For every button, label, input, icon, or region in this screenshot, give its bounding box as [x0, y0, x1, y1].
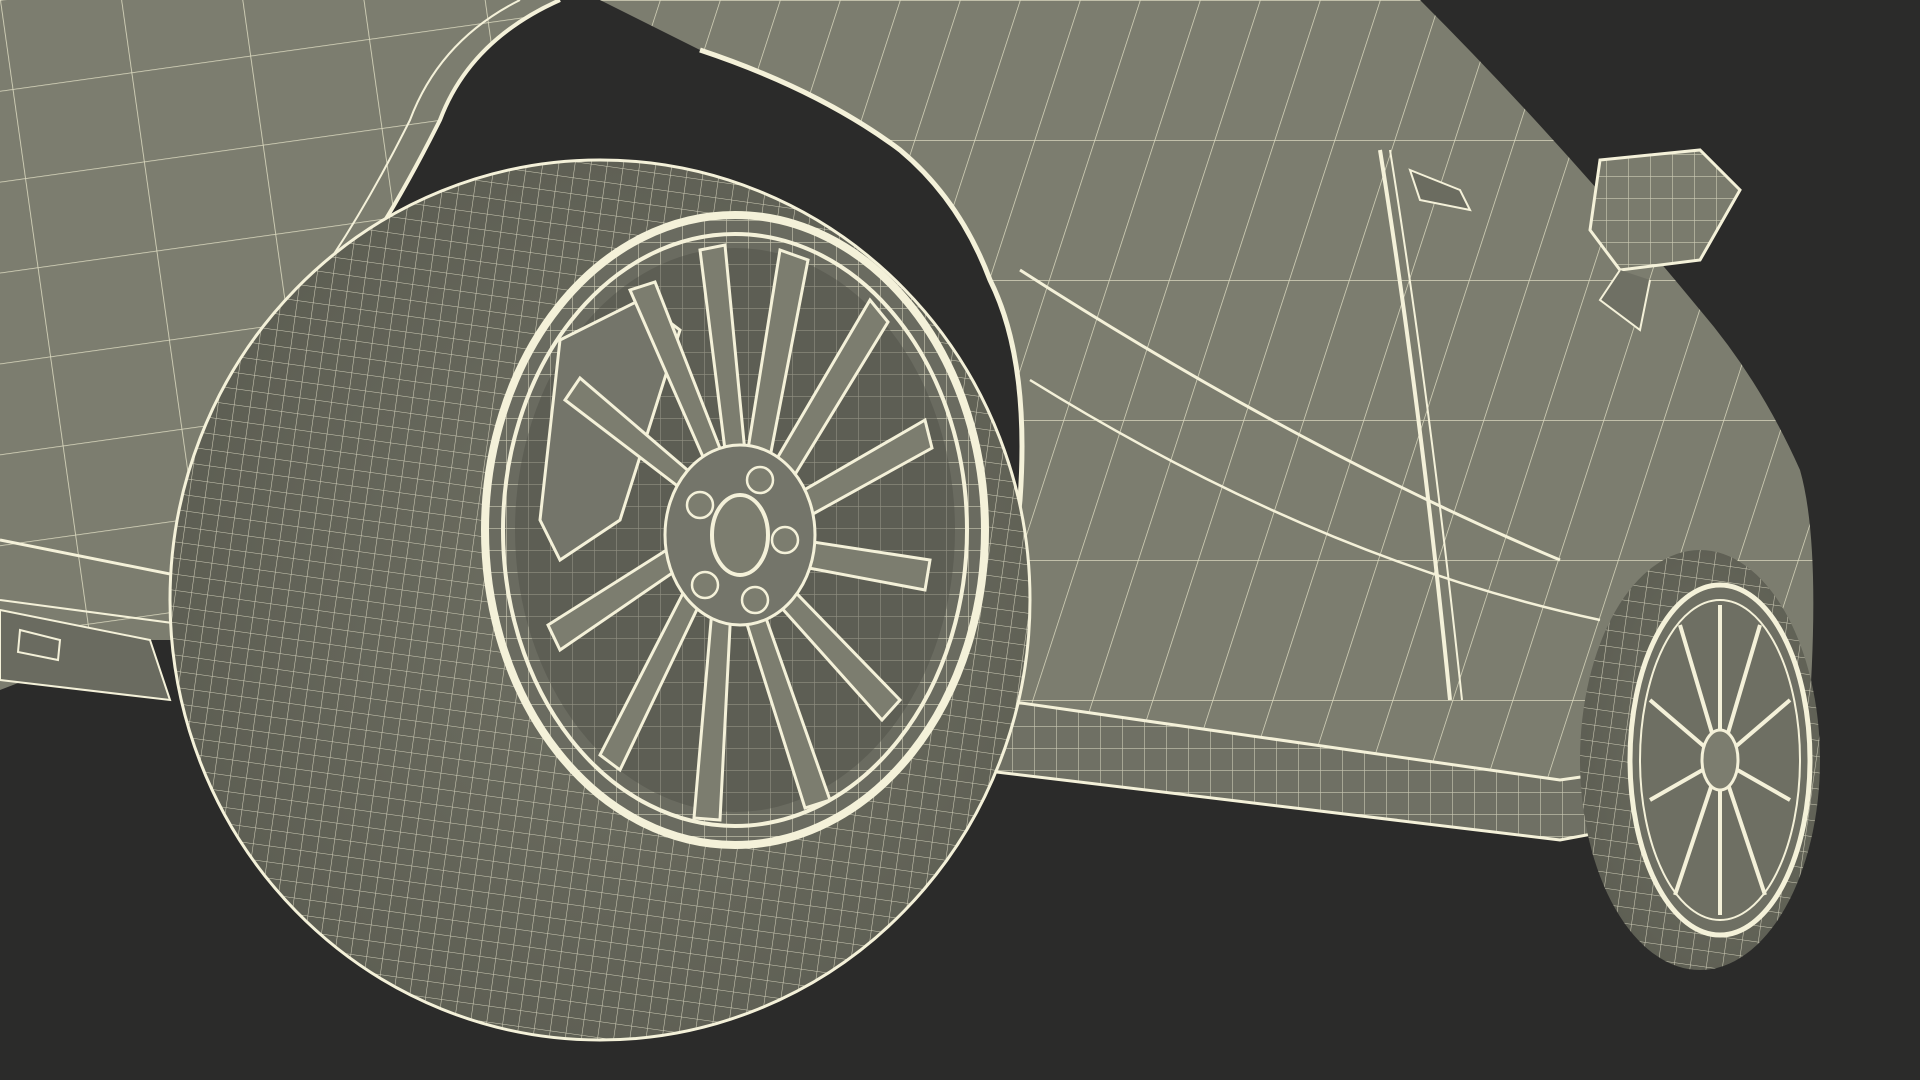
wheel-hub	[663, 443, 817, 627]
rear-wheel	[168, 158, 1032, 1042]
wireframe-car-render	[0, 0, 1920, 1080]
front-wheel	[1580, 550, 1820, 970]
